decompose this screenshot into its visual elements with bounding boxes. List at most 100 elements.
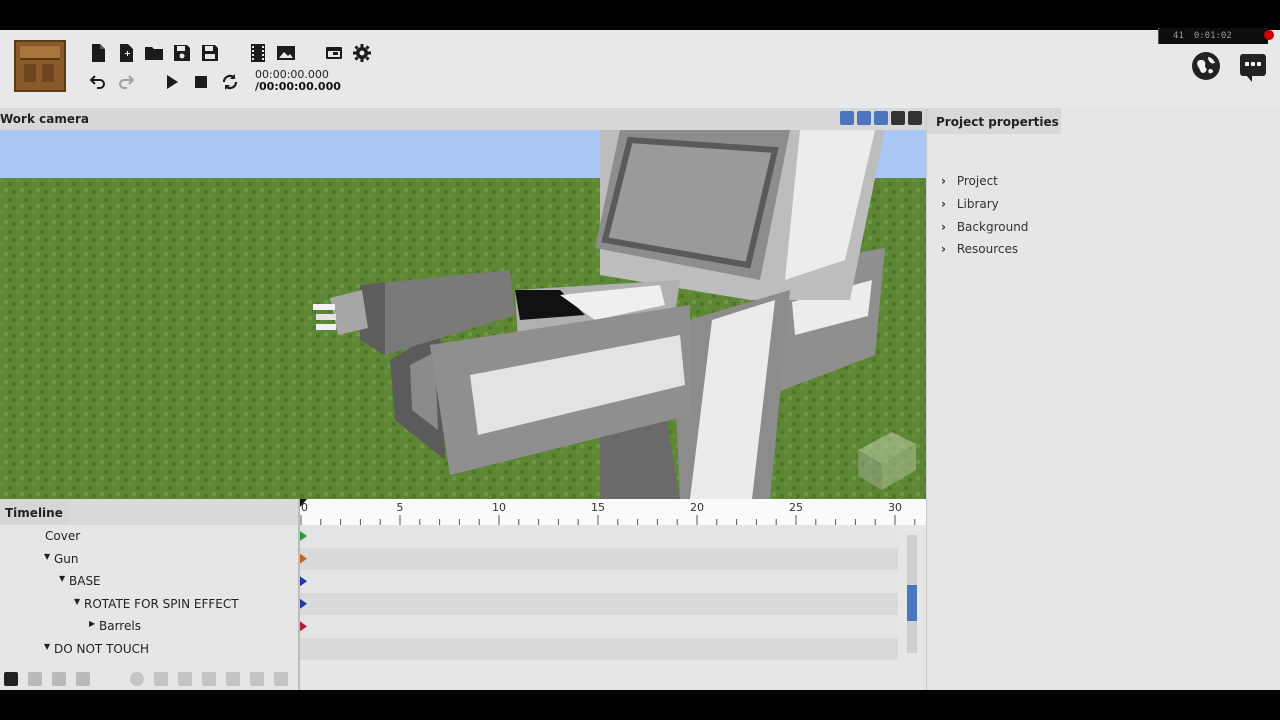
remove-keyframe-icon[interactable]	[274, 672, 288, 686]
caret-down-icon[interactable]: ▼	[59, 574, 65, 583]
tab-project-properties[interactable]: Project properties	[927, 108, 1061, 134]
ruler-label: 5	[397, 501, 404, 514]
axis-toggle-icon[interactable]	[840, 111, 854, 125]
prop-item-library[interactable]: › Library	[941, 197, 999, 211]
grid-toggle-icon[interactable]	[874, 111, 888, 125]
film-strip-icon[interactable]	[248, 43, 268, 63]
keyframe-marker[interactable]	[300, 553, 307, 564]
duplicate-icon[interactable]	[28, 672, 42, 686]
copy-keyframe-icon[interactable]	[178, 672, 192, 686]
toolbar: 00:00:00.000 /00:00:00.000	[0, 30, 1280, 108]
cut-icon[interactable]	[202, 672, 216, 686]
paste-special-icon[interactable]	[250, 672, 264, 686]
scrollbar-thumb[interactable]	[907, 585, 917, 621]
gear-icon[interactable]	[352, 43, 372, 63]
timeline-track[interactable]	[300, 570, 898, 593]
tree-row-label: ROTATE FOR SPIN EFFECT	[84, 596, 239, 611]
timeline-tree: Cover ▼ Gun ▼ BASE ▼ ROTATE FOR SPIN EFFECT ▶ Ba…	[0, 525, 298, 668]
caret-down-icon[interactable]: ▼	[74, 597, 80, 606]
caret-down-icon[interactable]: ▼	[44, 642, 50, 651]
timeline-track[interactable]	[300, 547, 898, 570]
chat-icon[interactable]	[1240, 54, 1266, 82]
recording-overlay: 41 0:01:02	[1158, 28, 1274, 44]
paste-icon[interactable]	[226, 672, 240, 686]
ruler-label: 10	[492, 501, 506, 514]
tree-row[interactable]: ▼ Gun	[0, 549, 298, 571]
fps-counter: 41	[1173, 31, 1184, 41]
scene-render	[0, 130, 926, 499]
tree-row-label: Cover	[45, 529, 81, 543]
tree-row[interactable]: Cover	[0, 526, 298, 548]
caret-right-icon[interactable]: ▶	[89, 619, 95, 628]
add-folder-icon[interactable]	[4, 672, 18, 686]
tree-row-label: BASE	[69, 574, 101, 589]
save-icon[interactable]	[172, 43, 192, 63]
new-from-template-icon[interactable]	[116, 43, 136, 63]
stop-icon[interactable]	[191, 72, 211, 92]
prop-item-label: Resources	[956, 242, 1019, 256]
keyframe-marker[interactable]	[300, 598, 307, 609]
save-object-icon[interactable]	[76, 672, 90, 686]
tree-row-label: Gun	[54, 551, 79, 566]
chevron-right-icon: ›	[941, 197, 946, 211]
tree-row[interactable]: ▼ ROTATE FOR SPIN EFFECT	[0, 594, 298, 616]
tab-timeline[interactable]: Timeline	[0, 499, 68, 525]
play-icon[interactable]	[162, 72, 182, 92]
prop-item-label: Background	[956, 220, 1029, 234]
chevron-right-icon: ›	[941, 220, 946, 234]
ruler-label: 30	[888, 501, 902, 514]
timeline-ruler[interactable]: 0 5 10 15 20 25 30	[300, 499, 926, 525]
timeline-tools	[0, 668, 298, 690]
loop-icon[interactable]	[220, 72, 240, 92]
tree-row-label: DO NOT TOUCH	[54, 642, 150, 656]
timeline-scrollbar[interactable]	[907, 535, 917, 653]
timeline-tracks	[300, 525, 900, 690]
window-icon[interactable]	[324, 43, 344, 63]
timeline-track[interactable]	[300, 615, 898, 638]
tree-row[interactable]: ▼ DO NOT TOUCH	[0, 639, 298, 661]
work-camera-viewport[interactable]	[0, 130, 926, 499]
prop-item-label: Library	[956, 197, 999, 211]
chevron-right-icon: ›	[941, 174, 946, 188]
ruler-label: 25	[789, 501, 803, 514]
timeline-track[interactable]	[300, 525, 898, 547]
keyframe-marker[interactable]	[300, 621, 307, 632]
caret-down-icon[interactable]: ▼	[44, 552, 50, 561]
viewport-title: Work camera	[0, 112, 89, 126]
tree-row[interactable]: ▶ Barrels	[0, 616, 298, 638]
undo-icon[interactable]	[88, 72, 108, 92]
timeline-track[interactable]	[300, 592, 898, 615]
record-icon	[1264, 30, 1274, 40]
shield-toggle-icon[interactable]	[857, 111, 871, 125]
chevron-right-icon: ›	[941, 242, 946, 256]
total-time: /00:00:00.000	[255, 80, 341, 93]
tree-row[interactable]: ▼ BASE	[0, 571, 298, 593]
prop-item-resources[interactable]: › Resources	[941, 242, 1018, 256]
bone-icon[interactable]	[130, 672, 144, 686]
app-window: 00:00:00.000 /00:00:00.000 Work camera P…	[0, 30, 1280, 690]
globe-icon[interactable]	[1192, 52, 1220, 80]
keyframe-marker[interactable]	[300, 576, 307, 587]
timeline-track[interactable]	[300, 638, 898, 660]
camera-settings-icon[interactable]	[891, 111, 905, 125]
project-properties-panel: Project properties › Project › Library ›…	[926, 108, 1280, 690]
delete-icon[interactable]	[52, 672, 66, 686]
fullscreen-icon[interactable]	[908, 111, 922, 125]
app-logo	[14, 40, 66, 92]
save-as-icon[interactable]	[200, 43, 220, 63]
new-file-icon[interactable]	[88, 43, 108, 63]
ruler-label: 15	[591, 501, 605, 514]
timeline-panel: Timeline Cover ▼ Gun ▼ BASE ▼ ROTATE FOR SPIN …	[0, 499, 926, 690]
tree-row-label: Barrels	[99, 619, 141, 634]
ruler-label: 20	[690, 501, 704, 514]
redo-icon[interactable]	[116, 72, 136, 92]
prop-item-label: Project	[956, 174, 998, 188]
prop-item-project[interactable]: › Project	[941, 174, 998, 188]
elapsed-time: 0:01:02	[1193, 31, 1232, 41]
prop-item-background[interactable]: › Background	[941, 220, 1028, 234]
keyframe-marker[interactable]	[300, 531, 307, 541]
image-icon[interactable]	[276, 43, 296, 63]
add-keyframe-icon[interactable]	[154, 672, 168, 686]
open-folder-icon[interactable]	[144, 43, 164, 63]
viewport-header: Work camera	[0, 108, 926, 130]
